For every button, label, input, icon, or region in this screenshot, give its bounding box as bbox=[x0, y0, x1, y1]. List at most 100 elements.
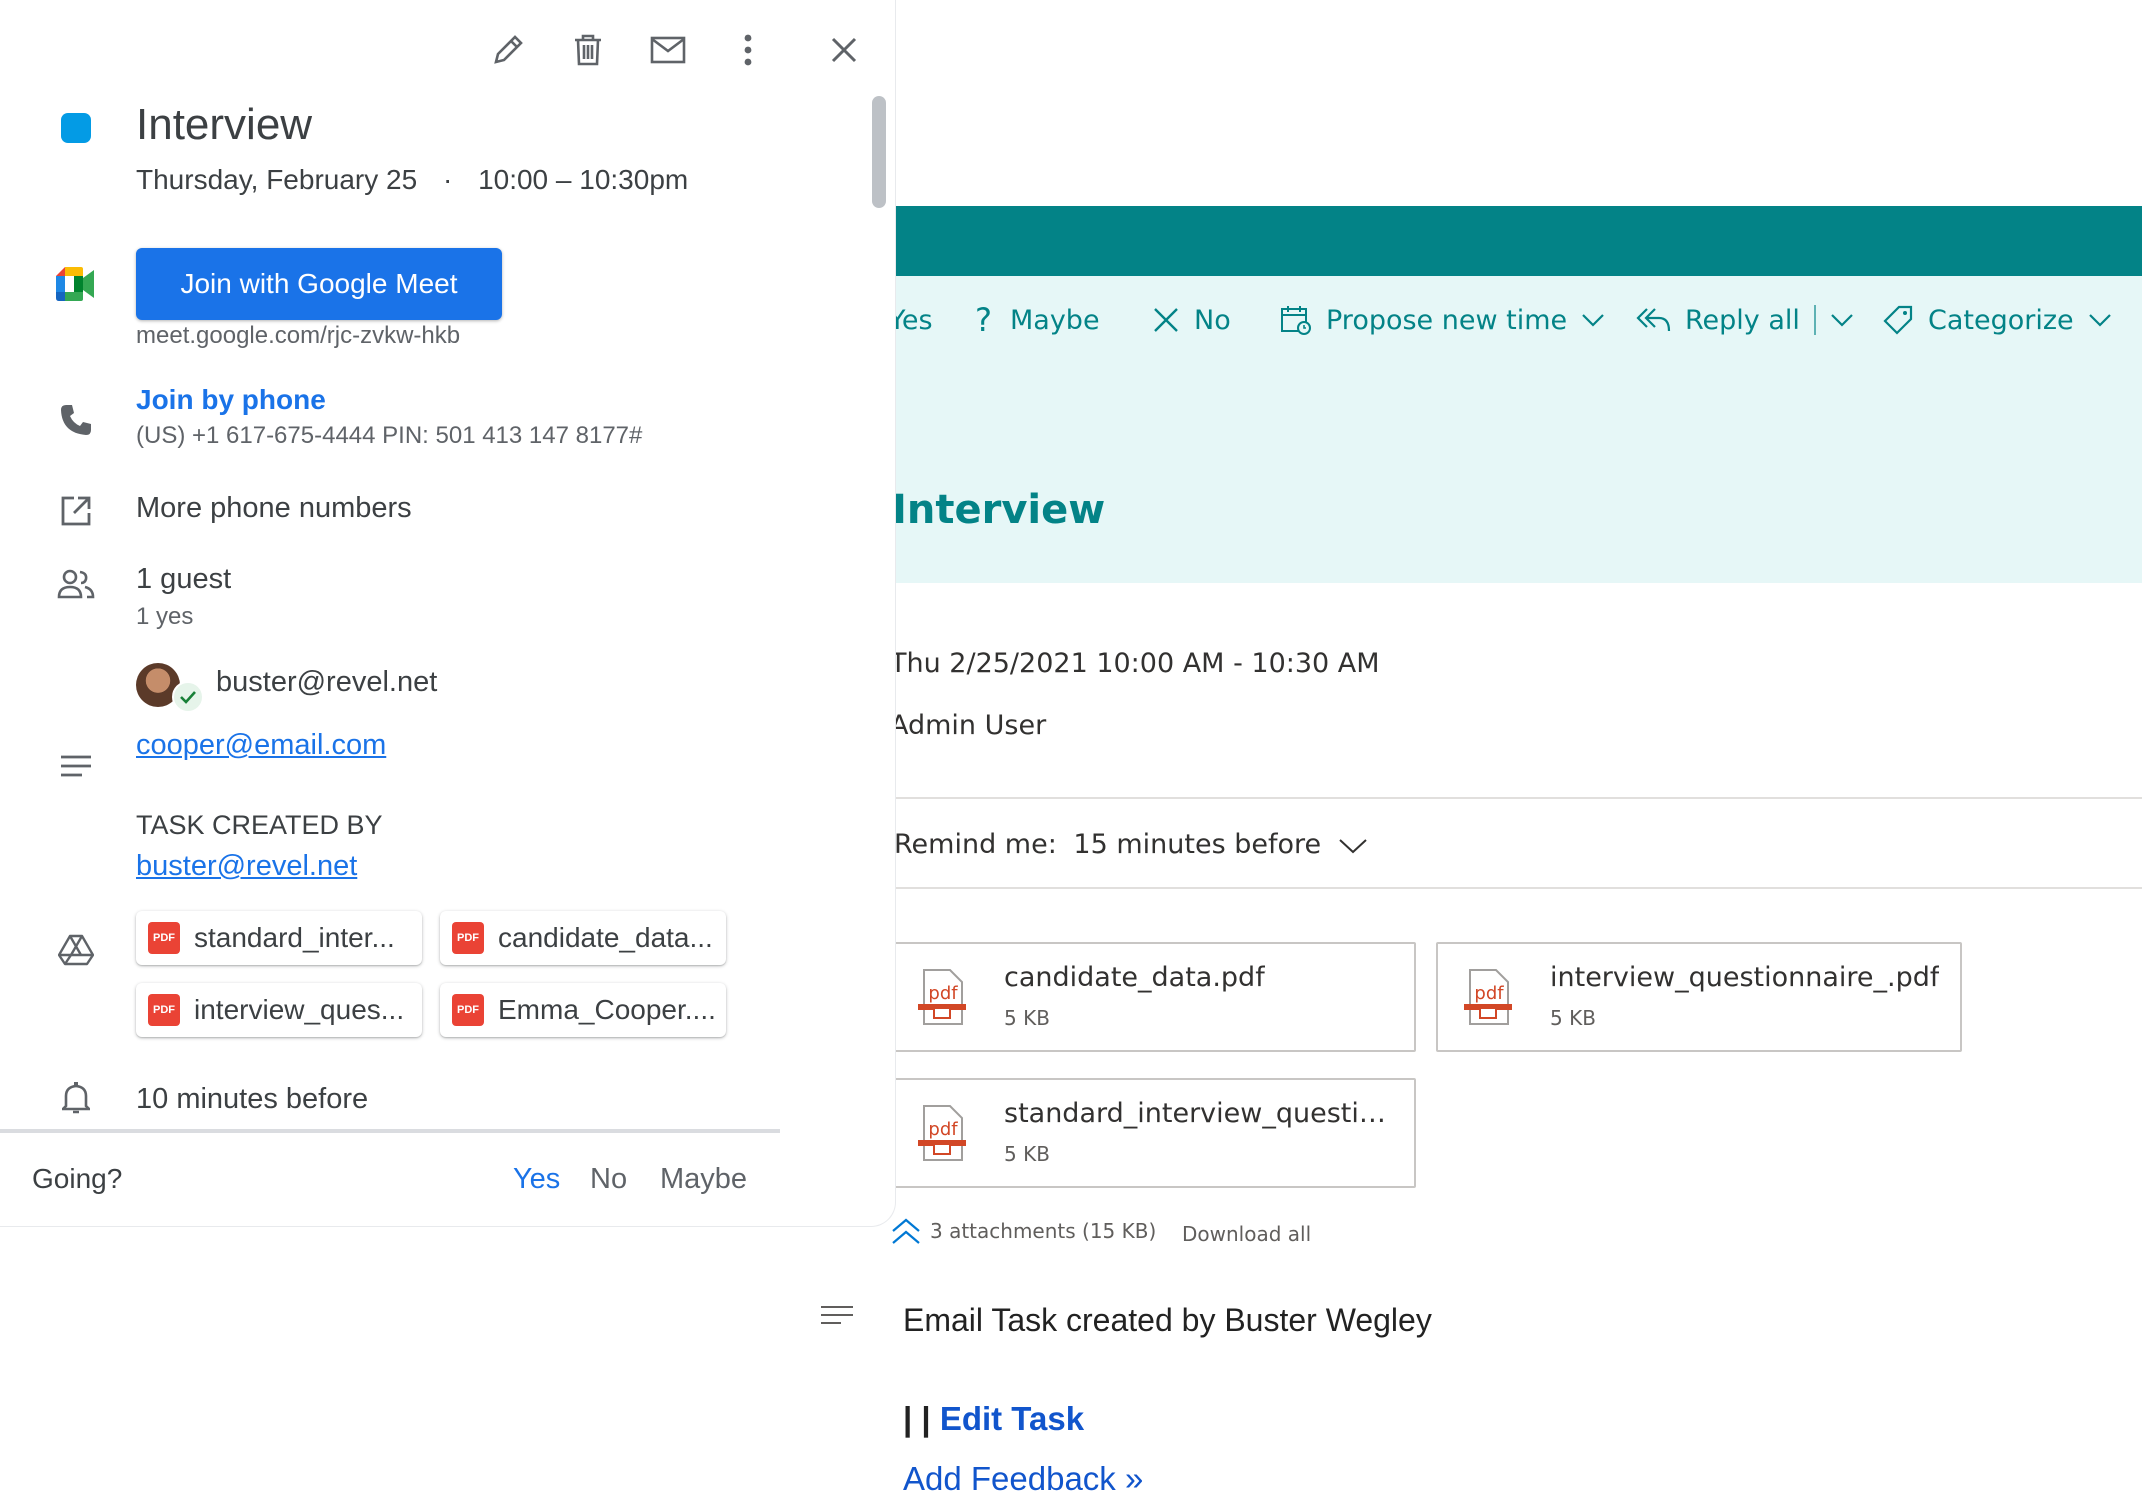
footer-divider bbox=[0, 1129, 780, 1133]
chevron-down-icon[interactable] bbox=[1830, 313, 1854, 327]
accept-yes-label: Yes bbox=[889, 304, 933, 336]
chevron-down-icon bbox=[2088, 314, 2111, 327]
attachment-card[interactable]: pdf standard_interview_questions... 5 KB bbox=[890, 1078, 1416, 1188]
email-body-text: Email Task created by Buster Wegley bbox=[903, 1302, 1432, 1338]
pdf-file-icon: pdf bbox=[1464, 969, 1512, 1025]
bell-icon bbox=[48, 1070, 104, 1126]
attachment-name: interview_questionnaire_.pdf bbox=[1550, 962, 1940, 993]
propose-new-time-label: Propose new time bbox=[1326, 304, 1568, 336]
attachment-size: 5 KB bbox=[1550, 1006, 1596, 1030]
categorize-label: Categorize bbox=[1928, 304, 2074, 336]
attachment-size: 5 KB bbox=[1004, 1142, 1050, 1166]
tag-icon bbox=[1883, 305, 1913, 335]
close-icon bbox=[831, 37, 857, 63]
pdf-file-icon: pdf bbox=[918, 969, 966, 1025]
propose-new-time-button[interactable]: Propose new time bbox=[1280, 300, 1619, 340]
pdf-icon: PDF bbox=[452, 922, 484, 954]
task-created-by-label: TASK CREATED BY bbox=[136, 810, 383, 840]
edit-task-prefix: | | bbox=[903, 1400, 931, 1437]
event-title: Interview bbox=[892, 487, 1106, 533]
attachment-name: standard_inter... bbox=[194, 922, 395, 953]
reminder-text: 10 minutes before bbox=[136, 1083, 369, 1115]
download-all-button[interactable]: Download all bbox=[1182, 1222, 1311, 1246]
people-icon bbox=[48, 556, 104, 612]
date-time-separator: · bbox=[442, 164, 453, 195]
rsvp-maybe-button[interactable]: Maybe bbox=[660, 1163, 747, 1196]
attachment-name: candidate_data... bbox=[498, 922, 713, 953]
join-by-phone-link[interactable]: Join by phone bbox=[136, 384, 326, 416]
event-title: Interview bbox=[136, 100, 313, 149]
attachment-size: 5 KB bbox=[1004, 1006, 1050, 1030]
pdf-file-icon: pdf bbox=[918, 1105, 966, 1161]
collapse-attachments-toggle[interactable]: 3 attachments (15 KB) bbox=[890, 1216, 1156, 1246]
decline-no-label: No bbox=[1194, 304, 1231, 336]
svg-text:pdf: pdf bbox=[928, 1119, 958, 1140]
accepted-check-icon bbox=[172, 681, 204, 713]
remind-me-label: Remind me: bbox=[894, 829, 1057, 860]
meet-link[interactable]: meet.google.com/rjc-zvkw-hkb bbox=[136, 322, 460, 350]
edit-task-line: | | Edit Task bbox=[903, 1400, 1084, 1438]
reply-all-button[interactable]: Reply all bbox=[1635, 300, 1868, 340]
chevron-down-icon bbox=[1582, 314, 1604, 327]
description-email-link[interactable]: cooper@email.com bbox=[136, 729, 386, 762]
task-creator-link[interactable]: buster@revel.net bbox=[136, 850, 357, 883]
join-google-meet-button[interactable]: Join with Google Meet bbox=[136, 248, 502, 320]
categorize-button[interactable]: Categorize bbox=[1882, 300, 2126, 340]
card-content: Interview Thursday, February 25 · 10:00 … bbox=[0, 0, 780, 1130]
event-time: 10:00 – 10:30pm bbox=[478, 164, 689, 195]
attachment-chip[interactable]: PDF interview_ques... bbox=[136, 983, 422, 1037]
attachment-card[interactable]: pdf candidate_data.pdf 5 KB bbox=[890, 942, 1416, 1052]
event-datetime: Thu 2/25/2021 10:00 AM - 10:30 AM bbox=[890, 648, 1380, 679]
remind-me-value: 15 minutes before bbox=[1073, 829, 1322, 860]
reply-all-split-divider bbox=[1813, 305, 1816, 335]
guest-rsvp-summary: 1 yes bbox=[136, 603, 194, 630]
notes-lines-icon bbox=[817, 1296, 857, 1336]
svg-text:pdf: pdf bbox=[928, 983, 958, 1004]
phone-icon bbox=[48, 392, 104, 448]
chevron-down-icon bbox=[1339, 838, 1367, 853]
attachment-chip[interactable]: PDF candidate_data... bbox=[440, 911, 726, 965]
more-phone-numbers-link[interactable]: More phone numbers bbox=[136, 492, 412, 525]
notes-icon bbox=[48, 738, 104, 794]
attachments-summary: 3 attachments (15 KB) bbox=[930, 1219, 1157, 1243]
guest-email[interactable]: buster@revel.net bbox=[216, 666, 437, 699]
divider bbox=[817, 887, 2142, 889]
attachment-card[interactable]: pdf interview_questionnaire_.pdf 5 KB bbox=[1436, 942, 1962, 1052]
event-color-square bbox=[61, 113, 91, 143]
question-mark-icon: ? bbox=[975, 301, 992, 339]
close-card-button[interactable] bbox=[818, 24, 870, 76]
open-in-new-icon bbox=[48, 483, 104, 539]
google-calendar-event-card: Interview Thursday, February 25 · 10:00 … bbox=[0, 0, 895, 1226]
attachment-name: candidate_data.pdf bbox=[1004, 962, 1265, 993]
remind-me-dropdown[interactable]: Remind me: 15 minutes before bbox=[894, 829, 1368, 860]
guest-count: 1 guest bbox=[136, 563, 232, 595]
pdf-icon: PDF bbox=[148, 994, 180, 1026]
attachment-chip[interactable]: PDF Emma_Cooper.... bbox=[440, 983, 726, 1037]
calendar-owner: Admin User bbox=[890, 710, 1047, 741]
decline-no-button[interactable]: No bbox=[1152, 300, 1231, 340]
rsvp-no-button[interactable]: No bbox=[590, 1163, 627, 1196]
tentative-maybe-label: Maybe bbox=[1009, 304, 1100, 336]
google-drive-icon bbox=[48, 922, 104, 978]
reply-all-icon bbox=[1636, 308, 1671, 332]
calendar-clock-icon bbox=[1281, 306, 1311, 335]
outlook-accent-band bbox=[775, 206, 2142, 276]
add-feedback-link[interactable]: Add Feedback » bbox=[903, 1460, 1143, 1498]
attachment-chip[interactable]: PDF standard_inter... bbox=[136, 911, 422, 965]
svg-text:pdf: pdf bbox=[1474, 983, 1504, 1004]
reply-all-label: Reply all bbox=[1685, 304, 1800, 336]
outlook-event-panel: Yes ? Maybe No Propose new time Reply al… bbox=[775, 0, 2142, 1506]
going-label: Going? bbox=[32, 1163, 123, 1194]
phone-details: (US) +1 617-675-4444 PIN: 501 413 147 81… bbox=[136, 422, 643, 449]
pdf-icon: PDF bbox=[148, 922, 180, 954]
attachment-name: Emma_Cooper.... bbox=[498, 994, 716, 1025]
event-date-time: Thursday, February 25 · 10:00 – 10:30pm bbox=[136, 164, 688, 196]
tentative-maybe-button[interactable]: ? Maybe bbox=[975, 300, 1100, 340]
attachment-name: interview_ques... bbox=[194, 994, 405, 1025]
google-meet-icon bbox=[48, 256, 104, 312]
rsvp-yes-button[interactable]: Yes bbox=[513, 1163, 560, 1196]
attachment-name: standard_interview_questions... bbox=[1004, 1098, 1394, 1129]
edit-task-link[interactable]: Edit Task bbox=[940, 1400, 1084, 1437]
card-scrollbar[interactable] bbox=[872, 96, 886, 208]
pdf-icon: PDF bbox=[452, 994, 484, 1026]
